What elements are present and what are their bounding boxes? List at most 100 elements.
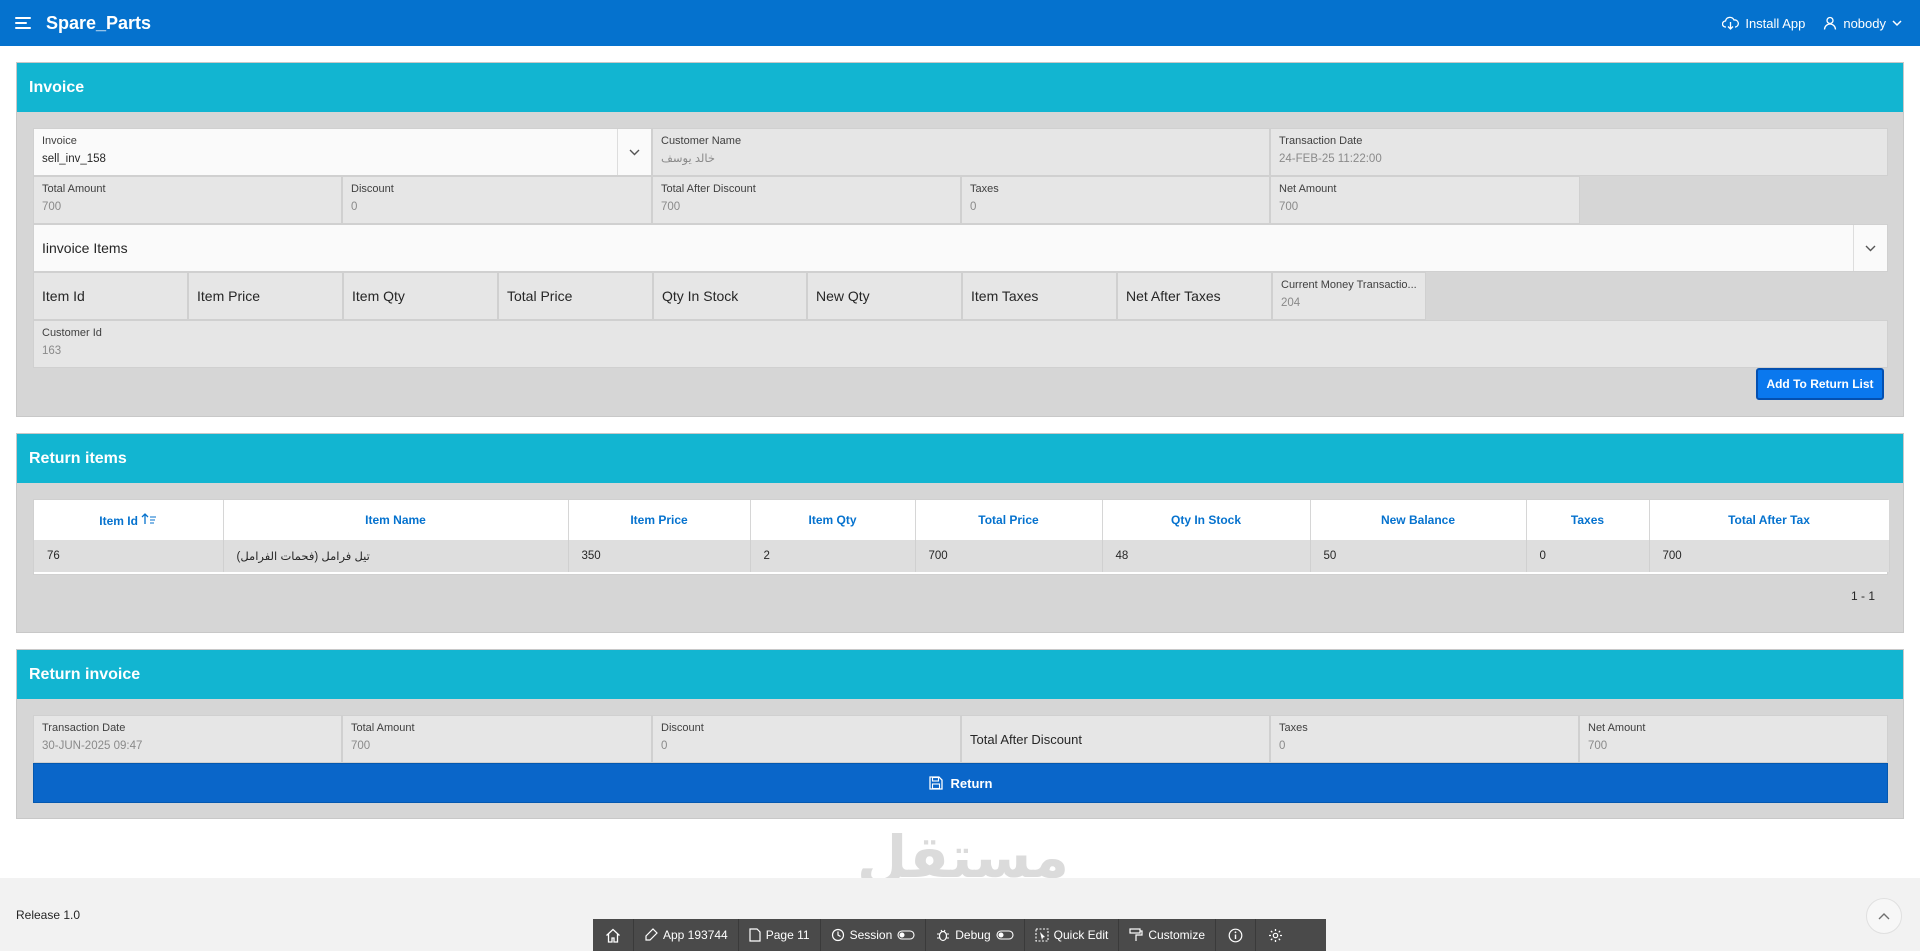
discount-value: 0 bbox=[351, 201, 358, 213]
return-total-amount-value: 700 bbox=[351, 740, 371, 752]
total-after-discount-field: Total After Discount 700 bbox=[652, 176, 961, 224]
session-icon bbox=[831, 928, 844, 942]
page-button[interactable]: Page 11 bbox=[739, 919, 821, 951]
total-after-tax-header[interactable]: Total After Tax bbox=[1649, 500, 1890, 540]
return-button-label: Return bbox=[950, 775, 993, 791]
quick-edit-button[interactable]: Quick Edit bbox=[1025, 919, 1120, 951]
return-net-amount-value: 700 bbox=[1588, 740, 1608, 752]
return-total-after-discount-label: Total After Discount bbox=[970, 731, 1082, 747]
table-cell[interactable]: تيل فرامل (فحمات الفرامل) bbox=[223, 540, 569, 572]
chevron-down-icon[interactable] bbox=[617, 129, 651, 175]
transaction-date-field: Transaction Date 24-FEB-25 11:22:00 bbox=[1270, 128, 1888, 176]
discount-label: Discount bbox=[351, 183, 394, 195]
taxes-header[interactable]: Taxes bbox=[1526, 500, 1650, 540]
return-discount-label: Discount bbox=[661, 722, 704, 734]
item-id-column: Item Id bbox=[33, 272, 188, 320]
debug-button[interactable]: Debug bbox=[926, 919, 1025, 951]
qty-in-stock-header[interactable]: Qty In Stock bbox=[1102, 500, 1311, 540]
item-taxes-column: Item Taxes bbox=[962, 272, 1117, 320]
total-amount-label: Total Amount bbox=[42, 183, 106, 195]
chevron-down-icon[interactable] bbox=[1853, 225, 1887, 271]
item-name-header[interactable]: Item Name bbox=[223, 500, 569, 540]
total-amount-field: Total Amount 700 bbox=[33, 176, 342, 224]
toggle-icon bbox=[897, 930, 915, 940]
install-app-label: Install App bbox=[1745, 15, 1806, 31]
total-after-discount-label: Total After Discount bbox=[661, 183, 756, 195]
return-net-amount-field: Net Amount 700 bbox=[1579, 715, 1888, 763]
total-after-discount-value: 700 bbox=[661, 201, 681, 213]
total-price-header[interactable]: Total Price bbox=[915, 500, 1103, 540]
session-button[interactable]: Session bbox=[821, 919, 927, 951]
release-label: Release 1.0 bbox=[16, 908, 81, 922]
table-cell[interactable]: 48 bbox=[1102, 540, 1311, 572]
new-qty-column: New Qty bbox=[807, 272, 962, 320]
table-cell[interactable]: 700 bbox=[1649, 540, 1890, 572]
add-to-return-list-button[interactable]: Add To Return List bbox=[1756, 368, 1884, 400]
customer-name-label: Customer Name bbox=[661, 135, 742, 147]
current-money-value: 204 bbox=[1281, 297, 1301, 309]
item-price-column: Item Price bbox=[188, 272, 343, 320]
session-button-label: Session bbox=[849, 928, 893, 942]
current-money-label: Current Money Transactio... bbox=[1281, 279, 1417, 291]
return-taxes-field: Taxes 0 bbox=[1270, 715, 1579, 763]
new-balance-header[interactable]: New Balance bbox=[1310, 500, 1527, 540]
return-transaction-date-field: Transaction Date 30-JUN-2025 09:47 bbox=[33, 715, 342, 763]
info-icon bbox=[1228, 928, 1243, 942]
return-transaction-date-label: Transaction Date bbox=[42, 722, 126, 734]
edit-icon bbox=[645, 928, 658, 941]
menu-toggle-button[interactable] bbox=[0, 0, 46, 46]
return-discount-value: 0 bbox=[661, 740, 668, 752]
table-cell[interactable]: 2 bbox=[750, 540, 916, 572]
bug-icon bbox=[937, 929, 950, 942]
app-title[interactable]: Spare_Parts bbox=[46, 13, 151, 34]
taxes-value: 0 bbox=[970, 201, 977, 213]
paint-roller-icon bbox=[1129, 928, 1143, 941]
return-items-grid: Item Id Item Name Item Price Item Qty To… bbox=[33, 499, 1890, 575]
user-menu[interactable]: nobody bbox=[1823, 16, 1902, 31]
app-button[interactable]: App 193744 bbox=[634, 919, 739, 951]
app-button-label: App 193744 bbox=[663, 928, 728, 942]
table-cell[interactable]: 700 bbox=[915, 540, 1103, 572]
invoice-select[interactable]: Invoice sell_inv_158 bbox=[33, 128, 652, 176]
return-total-amount-label: Total Amount bbox=[351, 722, 415, 734]
quick-edit-button-label: Quick Edit bbox=[1053, 928, 1109, 942]
table-cell[interactable]: 76 bbox=[34, 540, 224, 572]
item-qty-header[interactable]: Item Qty bbox=[750, 500, 916, 540]
customize-button-label: Customize bbox=[1148, 928, 1206, 942]
item-qty-column: Item Qty bbox=[343, 272, 498, 320]
customer-id-label: Customer Id bbox=[42, 327, 102, 339]
table-cell[interactable]: 50 bbox=[1310, 540, 1527, 572]
invoice-items-select[interactable]: Iinvoice Items bbox=[33, 224, 1888, 272]
item-id-header[interactable]: Item Id bbox=[34, 500, 224, 540]
total-amount-value: 700 bbox=[42, 201, 62, 213]
table-row[interactable]: 76 تيل فرامل (فحمات الفرامل) 350 2 700 4… bbox=[34, 540, 1890, 572]
customize-button[interactable]: Customize bbox=[1119, 919, 1217, 951]
table-cell[interactable]: 0 bbox=[1526, 540, 1650, 572]
customer-id-field: Customer Id 163 bbox=[33, 320, 1888, 368]
invoice-region-title: Invoice bbox=[17, 63, 1903, 112]
table-cell[interactable]: 350 bbox=[568, 540, 751, 572]
return-net-amount-label: Net Amount bbox=[1588, 722, 1646, 734]
info-button[interactable] bbox=[1216, 919, 1257, 951]
taxes-label: Taxes bbox=[970, 183, 999, 195]
settings-button[interactable] bbox=[1256, 919, 1295, 951]
item-id-header-label: Item Id bbox=[99, 513, 138, 528]
net-after-taxes-column: Net After Taxes bbox=[1117, 272, 1272, 320]
return-invoice-region: Return invoice Transaction Date 30-JUN-2… bbox=[16, 649, 1904, 819]
discount-field: Discount 0 bbox=[342, 176, 652, 224]
return-total-amount-field: Total Amount 700 bbox=[342, 715, 652, 763]
return-invoice-region-title: Return invoice bbox=[17, 650, 1903, 699]
scroll-to-top-button[interactable] bbox=[1866, 898, 1902, 934]
quick-edit-icon bbox=[1035, 928, 1049, 942]
user-name: nobody bbox=[1843, 15, 1886, 31]
total-price-column: Total Price bbox=[498, 272, 653, 320]
return-button[interactable]: Return bbox=[33, 763, 1888, 803]
return-discount-field: Discount 0 bbox=[652, 715, 961, 763]
transaction-date-label: Transaction Date bbox=[1279, 135, 1363, 147]
install-app-button[interactable]: Install App bbox=[1722, 16, 1805, 31]
toggle-icon bbox=[996, 930, 1014, 940]
customer-id-value: 163 bbox=[42, 345, 62, 357]
net-amount-label: Net Amount bbox=[1279, 183, 1337, 195]
item-price-header[interactable]: Item Price bbox=[568, 500, 751, 540]
home-button[interactable] bbox=[593, 919, 634, 951]
